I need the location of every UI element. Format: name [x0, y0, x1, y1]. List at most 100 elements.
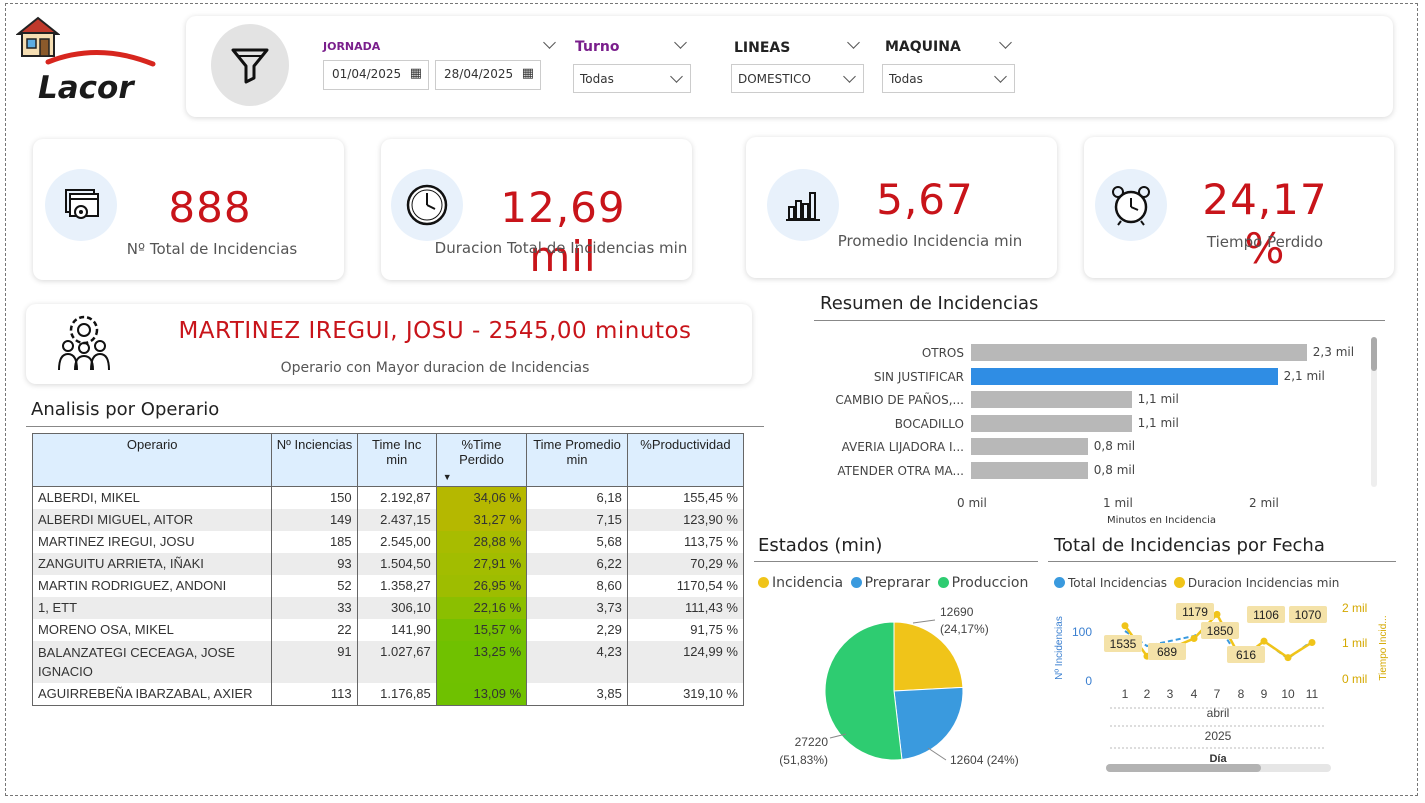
- resumen-bar-chart: OTROS 2,3 mil SIN JUSTIFICAR 2,1 mil CAMBIO …: [814, 330, 1385, 530]
- filter-clear-button[interactable]: [211, 24, 289, 106]
- resumen-bar[interactable]: [971, 344, 1307, 361]
- calendar-icon: ▦: [521, 66, 534, 81]
- date-from-input[interactable]: 01/04/2025 ▦: [323, 60, 429, 90]
- resumen-bar[interactable]: [971, 367, 1278, 385]
- kpi-average-value: 5,67: [876, 175, 974, 224]
- table-cell: 91,75 %: [626, 619, 745, 641]
- bar-chart-icon: [767, 169, 839, 241]
- kpi-total-label: Nº Total de Incidencias: [126, 240, 298, 258]
- resumen-bar[interactable]: [971, 414, 1132, 432]
- resumen-category-label: OTROS: [921, 346, 964, 360]
- table-cell: 124,99 %: [626, 641, 745, 683]
- resumen-bar-value: 1,1 mil: [1137, 415, 1179, 430]
- table-cell: 1170,54 %: [626, 575, 745, 597]
- turno-label: Turno: [575, 39, 620, 55]
- resumen-category-label: SIN JUSTIFICAR: [873, 369, 964, 384]
- table-title-divider: [26, 426, 764, 427]
- col-header-time-inc[interactable]: Time Inc min: [356, 433, 437, 487]
- table-cell: 1.358,27: [356, 575, 437, 597]
- resumen-bar-value: 0,8 mil: [1093, 439, 1136, 453]
- y-left-axis-title: Nº Incidencias: [1054, 616, 1065, 680]
- legend-item-total[interactable]: Total Incidencias: [1054, 576, 1167, 590]
- x-year-label: 2025: [1205, 729, 1232, 743]
- resumen-bar[interactable]: [971, 438, 1088, 455]
- lineas-label: LINEAS: [734, 40, 791, 56]
- data-label: 1179: [1182, 605, 1208, 619]
- table-row[interactable]: AGUIRREBEÑA IBARZABAL, AXIER 113 1.176,85 1…: [31, 683, 745, 706]
- table-row[interactable]: MORENO OSA, MIKEL 22 141,90 15,57 % 2,29 91,7…: [31, 619, 745, 641]
- legend-item-duracion[interactable]: Duracion Incidencias min: [1171, 576, 1339, 590]
- fecha-title-divider: [1048, 561, 1396, 562]
- col-header-operario[interactable]: Operario: [31, 433, 273, 487]
- col-header-time-perdido[interactable]: %Time Perdido ▼: [435, 433, 528, 487]
- table-cell: 2.192,87: [356, 486, 437, 509]
- pie-leader-line: [927, 747, 947, 761]
- resumen-bar-value: 0,8 mil: [1093, 462, 1136, 477]
- y-right-axis-title: Tiempo Incid...: [1378, 615, 1389, 680]
- estados-legend: Incidencia Preprarar Produccion: [758, 575, 1028, 591]
- table-row[interactable]: ALBERDI MIGUEL, AITOR 149 2.437,15 31,27 % 7…: [31, 509, 745, 531]
- table-cell: 150: [271, 486, 358, 509]
- data-label: 616: [1236, 648, 1256, 662]
- table-row[interactable]: ZANGUITU ARRIETA, IÑAKI 93 1.504,50 27,91 %…: [31, 553, 745, 575]
- series-point-duracion[interactable]: [1121, 622, 1129, 630]
- table-title: Analisis por Operario: [31, 399, 220, 420]
- resumen-title: Resumen de Incidencias: [820, 293, 1039, 314]
- series-point-duracion[interactable]: [1260, 637, 1268, 645]
- maquina-select[interactable]: Todas: [882, 64, 1015, 93]
- clock-icon: [391, 169, 463, 241]
- table-cell: 185: [271, 531, 358, 553]
- col-header-incidencias[interactable]: Nº Inciencias: [271, 433, 358, 487]
- table-row[interactable]: MARTIN RODRIGUEZ, ANDONI 52 1.358,27 26,95 …: [31, 575, 745, 597]
- resumen-axis-title: Minutos en Incidencia: [1107, 515, 1216, 526]
- table-cell: 22: [271, 619, 358, 641]
- x-tick-label: 2: [1144, 687, 1151, 701]
- pie-data-label: 12604 (24%): [950, 753, 1019, 767]
- series-point-duracion[interactable]: [1308, 638, 1316, 646]
- table-cell: 1.504,50: [356, 553, 437, 575]
- series-point-duracion[interactable]: [1213, 610, 1221, 618]
- table-row[interactable]: BALANZATEGI CECEAGA, JOSE IGNACIO 91 1.027…: [31, 641, 745, 683]
- data-label: 1070: [1295, 608, 1322, 622]
- table-row[interactable]: 1, ETT 33 306,10 22,16 % 3,73 111,43 %: [31, 597, 745, 619]
- pie-slice-produccion[interactable]: [824, 621, 903, 761]
- x-tick-label: 9: [1261, 687, 1268, 701]
- col-header-productividad[interactable]: %Productividad: [626, 433, 745, 487]
- series-point-duracion[interactable]: [1284, 654, 1292, 662]
- resumen-scrollbar[interactable]: [1371, 337, 1377, 487]
- y-right-tick: 2 mil: [1342, 601, 1367, 615]
- alarm-clock-icon: [1095, 169, 1167, 241]
- col-header-time-promedio[interactable]: Time Promedio min: [526, 433, 628, 487]
- table-row[interactable]: MARTINEZ IREGUI, JOSU 185 2.545,00 28,88 % 5…: [31, 531, 745, 553]
- pie-data-label: 12690: [940, 605, 974, 619]
- resumen-bar-value: 2,1 mil: [1283, 368, 1325, 383]
- turno-select[interactable]: Todas: [573, 64, 691, 93]
- table-row[interactable]: ALBERDI, MIKEL 150 2.192,87 34,06 % 6,18 155,…: [31, 486, 745, 509]
- table-cell: 13,09 %: [435, 683, 528, 706]
- table-cell: 1.027,67: [356, 641, 437, 683]
- resumen-title-divider: [814, 320, 1385, 321]
- table-cell: 1, ETT: [31, 597, 273, 619]
- table-cell: 26,95 %: [435, 575, 528, 597]
- y-right-tick: 0 mil: [1342, 672, 1367, 686]
- fecha-legend: Total Incidencias Duracion Incidencias m…: [1054, 576, 1339, 590]
- fecha-scroll-thumb[interactable]: [1106, 764, 1261, 772]
- x-tick-label: 10: [1281, 687, 1295, 701]
- resumen-bar[interactable]: [971, 461, 1088, 479]
- table-cell: 70,29 %: [626, 553, 745, 575]
- fecha-line-chart: Nº Incidencias Tiempo Incid... 100 0 2 mil 1 …: [1054, 601, 1389, 765]
- data-label: 1850: [1207, 624, 1234, 638]
- legend-item-produccion[interactable]: Produccion: [935, 575, 1028, 591]
- date-to-input[interactable]: 28/04/2025 ▦: [435, 60, 541, 90]
- resumen-bar[interactable]: [971, 391, 1132, 408]
- lineas-select[interactable]: DOMESTICO: [731, 64, 864, 93]
- legend-item-preparar[interactable]: Preprarar: [848, 575, 930, 591]
- table-cell: 123,90 %: [626, 509, 745, 531]
- series-point-duracion[interactable]: [1190, 635, 1198, 643]
- fecha-scrollbar[interactable]: [1106, 764, 1331, 772]
- resumen-scroll-thumb[interactable]: [1371, 337, 1377, 371]
- table-cell: ZANGUITU ARRIETA, IÑAKI: [31, 553, 273, 575]
- kpi-average-label: Promedio Incidencia min: [837, 232, 1023, 250]
- legend-item-incidencia[interactable]: Incidencia: [758, 575, 843, 591]
- table-cell: 8,60: [526, 575, 628, 597]
